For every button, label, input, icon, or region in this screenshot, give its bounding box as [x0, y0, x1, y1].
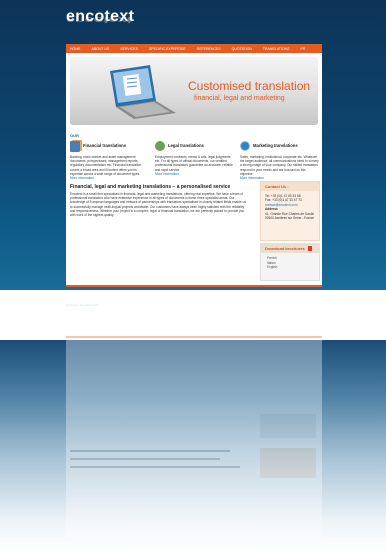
download-brochures-box: Download brochures French Italian Englis… — [260, 243, 320, 281]
globe-icon — [240, 141, 250, 151]
main-nav: home about us services specific expertis… — [66, 44, 322, 53]
page-reflection — [66, 322, 322, 538]
nav-item-quotation[interactable]: quotation — [228, 47, 259, 51]
hero-title: Customised translation — [188, 79, 311, 93]
more-info-link[interactable]: More information — [240, 176, 320, 180]
column-body: Sales, marketing, institutional, corpora… — [240, 155, 319, 176]
nav-item-about[interactable]: about us — [88, 47, 117, 51]
marketing-column: Marketing translations Sales, marketing,… — [240, 139, 320, 180]
column-body: Banking, stock market and asset manageme… — [70, 155, 142, 176]
reflection-line — [70, 458, 220, 460]
footer-link-legal[interactable]: Legal notice — [227, 291, 255, 296]
footer-link-home[interactable]: Home — [133, 291, 149, 296]
reflection-box — [260, 414, 316, 438]
nav-item-language[interactable]: FR — [296, 47, 312, 51]
column-title: Legal translations — [168, 142, 204, 148]
nav-item-services[interactable]: services — [116, 47, 145, 51]
footer-separator: | — [152, 291, 154, 296]
contact-heading: Contact Us : — [261, 182, 319, 191]
legal-column: Legal translations Employment contracts,… — [155, 139, 235, 176]
document-icon — [70, 140, 80, 152]
reflection-line — [70, 466, 240, 468]
pdf-icon — [307, 246, 312, 251]
footer-separator: | — [172, 291, 174, 296]
laptop-illustration — [110, 65, 176, 119]
copyright-text: Copyright Encotext 2010 — [66, 303, 99, 307]
reflection-box — [260, 448, 316, 478]
footer-link-print[interactable]: Print — [206, 291, 219, 296]
download-heading: Download brochures — [265, 246, 305, 251]
pen-icon — [155, 141, 165, 151]
nav-item-home[interactable]: home — [66, 47, 88, 51]
footer-link-partners[interactable]: Partners — [177, 291, 198, 296]
column-body: Employment contracts, memo & arts, legal… — [155, 155, 233, 172]
financial-column: Financial translations Banking, stock ma… — [70, 139, 150, 180]
brochure-link-english[interactable]: English — [267, 265, 313, 270]
more-info-link[interactable]: More information — [70, 176, 150, 180]
address-line-2: 92600 Asnières sur Seine - France — [265, 216, 315, 221]
reflection-card — [66, 338, 322, 538]
reflection-line — [70, 450, 230, 452]
nav-item-translations[interactable]: translations — [259, 47, 297, 51]
footer-link-faq[interactable]: FAQ — [157, 291, 170, 296]
main-heading: Financial, legal and marketing translati… — [70, 184, 231, 190]
reflection-footer-bar — [66, 336, 322, 338]
column-title: Financial translations — [83, 142, 127, 148]
footer-nav: Home | FAQ | Partners | Print | Legal no… — [66, 291, 322, 296]
footer-separator: | — [201, 291, 203, 296]
main-body-text: Encotext is a small firm specialised in … — [70, 192, 246, 218]
section-label: OUR — [70, 133, 79, 138]
hero-banner: Customised translation financial, legal … — [70, 57, 318, 125]
footer-divider — [66, 285, 322, 287]
site-logo[interactable]: encotext encotext — [66, 8, 186, 42]
content-card: Customised translation financial, legal … — [66, 53, 322, 285]
nav-item-references[interactable]: references — [193, 47, 228, 51]
column-title: Marketing translations — [253, 142, 298, 148]
contact-box: Contact Us : Tel: +33 (0)1 47 80 33 68 F… — [260, 181, 320, 241]
footer-separator: | — [222, 291, 224, 296]
logo-reflection: encotext — [66, 14, 132, 24]
more-info-link[interactable]: More information — [155, 172, 235, 176]
nav-item-expertise[interactable]: specific expertise — [145, 47, 193, 51]
hero-subtitle: financial, legal and marketing — [194, 95, 285, 102]
